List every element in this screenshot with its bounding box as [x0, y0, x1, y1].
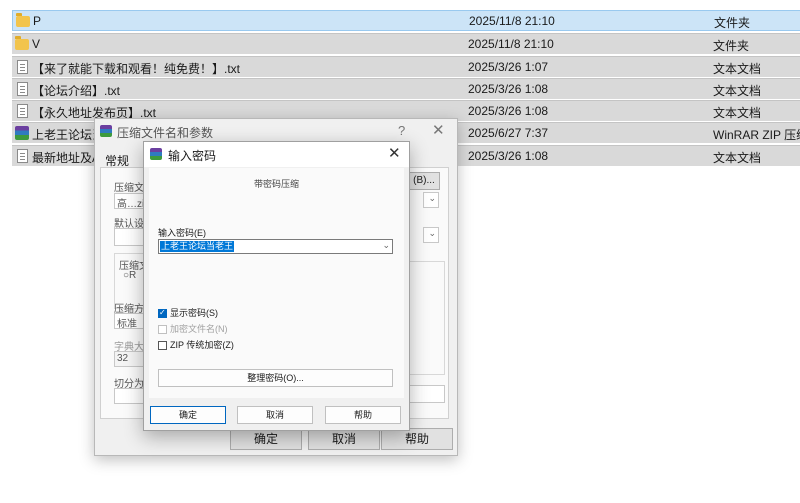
- file-type: 文件夹: [713, 39, 750, 53]
- encrypt-filenames-label: 加密文件名(N): [170, 324, 228, 334]
- file-type: 文本文档: [713, 151, 762, 165]
- close-icon[interactable]: ✕: [432, 121, 445, 139]
- file-type: 文件夹: [714, 16, 751, 30]
- browse-button[interactable]: (B)...: [408, 172, 440, 190]
- checkbox-checked-icon: [158, 308, 167, 319]
- set-password-button[interactable]: [409, 385, 445, 403]
- enter-password-dialog: 输入密码 ✕ 带密码压缩 输入密码(E) 上老王论坛当老王 ⌄ 显示密码(S) …: [143, 141, 410, 431]
- text-file-icon: [17, 104, 28, 118]
- dialog-title: 压缩文件名和参数: [117, 126, 214, 140]
- file-name: 【来了就能下载和观看！纯免费！】.txt: [32, 62, 241, 76]
- format-rar-label: R: [129, 270, 137, 281]
- update-mode-dropdown[interactable]: ⌄: [423, 192, 439, 208]
- file-name: V: [32, 37, 41, 51]
- winrar-archive-icon: [15, 126, 29, 140]
- file-type: 文本文档: [713, 62, 762, 76]
- show-password-checkbox[interactable]: 显示密码(S): [158, 306, 218, 319]
- folder-icon: [15, 36, 29, 50]
- chevron-down-icon: ⌄: [428, 193, 436, 203]
- chevron-down-icon[interactable]: ⌄: [382, 240, 390, 251]
- format-rar-radio[interactable]: ○R: [123, 270, 136, 281]
- dictionary-size-value: 32: [117, 353, 129, 364]
- password-label: 输入密码(E): [158, 228, 206, 238]
- file-row[interactable]: 【论坛介绍】.txt 2025/3/26 1:08 文本文档: [12, 78, 800, 99]
- file-date: 2025/11/8 21:10: [468, 37, 554, 51]
- file-date: 2025/6/27 7:37: [468, 126, 549, 140]
- winrar-app-icon: [100, 125, 112, 137]
- file-date: 2025/3/26 1:08: [468, 104, 549, 118]
- help-icon[interactable]: ?: [398, 123, 405, 138]
- text-file-icon: [17, 82, 28, 96]
- text-file-icon: [17, 149, 28, 163]
- file-row[interactable]: P 2025/11/8 21:10 文件夹: [12, 10, 800, 31]
- text-file-icon: [17, 60, 28, 74]
- help-button[interactable]: 帮助: [381, 428, 453, 450]
- zip-legacy-encryption-label: ZIP 传统加密(Z): [170, 340, 234, 350]
- file-row[interactable]: 【来了就能下载和观看！纯免费！】.txt 2025/3/26 1:07 文本文档: [12, 56, 800, 77]
- file-name: 【论坛介绍】.txt: [32, 84, 121, 98]
- show-password-label: 显示密码(S): [170, 308, 218, 318]
- file-date: 2025/3/26 1:08: [468, 149, 549, 163]
- encrypt-filenames-checkbox[interactable]: 加密文件名(N): [158, 322, 228, 335]
- file-name: P: [33, 14, 42, 28]
- password-input[interactable]: 上老王论坛当老王 ⌄: [158, 239, 393, 254]
- checkbox-icon: [158, 341, 167, 351]
- winrar-app-icon: [150, 148, 162, 160]
- cancel-button[interactable]: 取消: [237, 406, 313, 424]
- dialog-titlebar: 输入密码 ✕: [144, 142, 409, 167]
- folder-icon: [16, 13, 30, 27]
- options-dropdown[interactable]: ⌄: [423, 227, 439, 243]
- file-date: 2025/3/26 1:08: [468, 82, 549, 96]
- file-type: 文本文档: [713, 106, 762, 120]
- file-date: 2025/3/26 1:07: [468, 60, 549, 74]
- file-date: 2025/11/8 21:10: [469, 14, 555, 28]
- file-type: WinRAR ZIP 压缩文件: [713, 128, 800, 142]
- file-type: 文本文档: [713, 84, 762, 98]
- cancel-button[interactable]: 取消: [308, 428, 380, 450]
- ok-button[interactable]: 确定: [230, 428, 302, 450]
- password-panel: 带密码压缩 输入密码(E) 上老王论坛当老王 ⌄ 显示密码(S) 加密文件名(N…: [149, 168, 404, 398]
- help-button[interactable]: 帮助: [325, 406, 401, 424]
- password-hint: 带密码压缩: [253, 179, 299, 189]
- chevron-down-icon: ⌄: [428, 228, 436, 238]
- archive-options-group: [409, 261, 445, 375]
- file-row[interactable]: V 2025/11/8 21:10 文件夹: [12, 33, 800, 54]
- zip-legacy-encryption-checkbox[interactable]: ZIP 传统加密(Z): [158, 338, 234, 351]
- checkbox-icon: [158, 325, 167, 335]
- ok-button[interactable]: 确定: [150, 406, 226, 424]
- password-value: 上老王论坛当老王: [160, 241, 235, 252]
- close-icon[interactable]: ✕: [388, 144, 401, 162]
- dialog-title: 输入密码: [168, 149, 217, 163]
- compression-method-value: 标准: [117, 319, 137, 330]
- organize-passwords-button[interactable]: 整理密码(O)...: [158, 369, 393, 387]
